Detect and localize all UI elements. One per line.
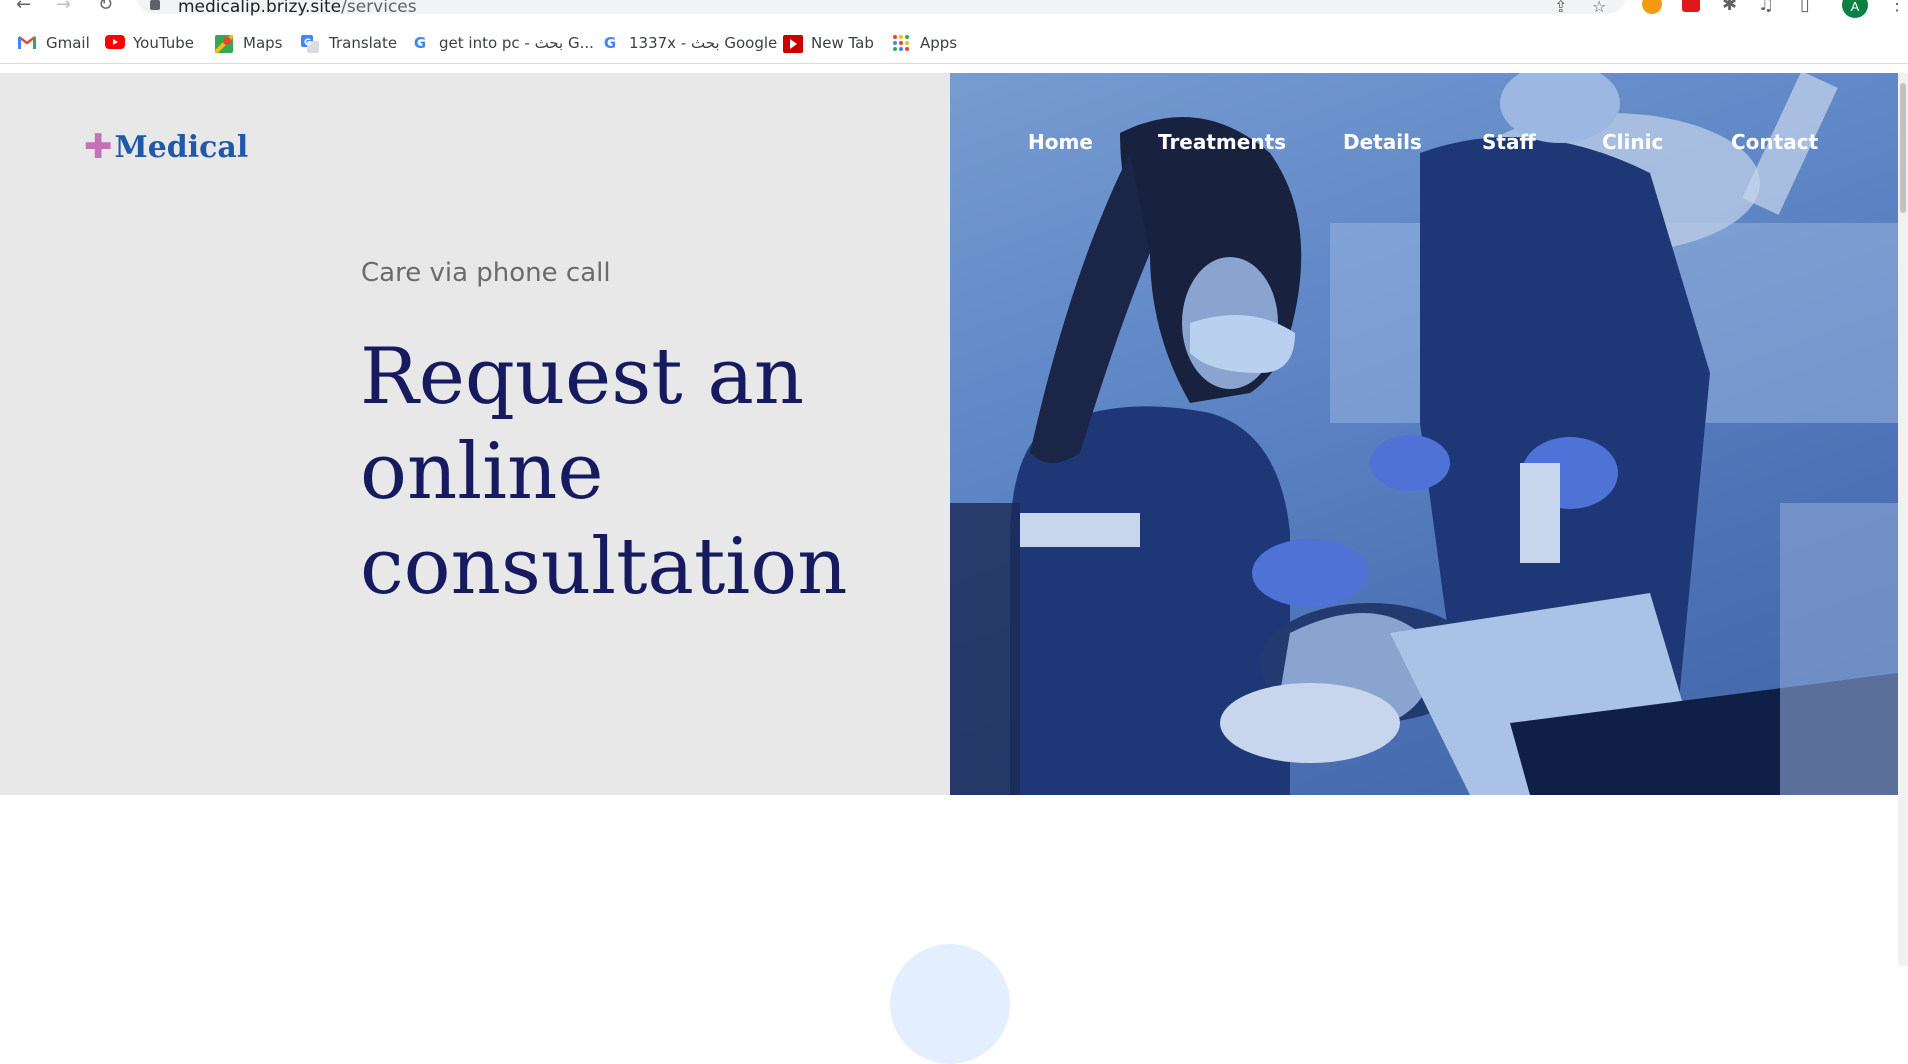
hero-photo <box>950 73 1898 795</box>
translate-icon: G <box>301 35 319 53</box>
hero-eyebrow: Care via phone call <box>361 258 611 288</box>
google-icon: G <box>603 34 617 52</box>
chrome-divider <box>0 63 1908 64</box>
bookmark-newtab[interactable]: New Tab <box>783 32 874 54</box>
media-icon[interactable]: ♫ <box>1758 0 1774 15</box>
google-icon: G <box>413 34 427 52</box>
apps-grid-icon <box>892 35 910 51</box>
youtube-extension-icon[interactable] <box>1682 0 1700 12</box>
hero-headline: Request an online consultation <box>360 330 920 615</box>
extension-icon[interactable] <box>1642 0 1662 14</box>
nav-home[interactable]: Home <box>1028 130 1093 154</box>
address-bar[interactable]: medicalip.brizy.site/services ⇪ ☆ <box>136 0 1626 17</box>
bookmark-youtube[interactable]: YouTube <box>105 32 194 54</box>
nav-treatments[interactable]: Treatments <box>1158 130 1286 154</box>
bookmark-1337x[interactable]: G 1337x - بحث Google <box>601 32 777 54</box>
medical-cross-icon: ✚ <box>84 127 113 167</box>
sidepanel-icon[interactable]: ▯ <box>1800 0 1810 15</box>
newtab-icon <box>783 35 803 53</box>
bookmark-maps[interactable]: Maps <box>213 32 282 55</box>
nav-contact[interactable]: Contact <box>1731 130 1818 154</box>
browser-toolbar: ← → ↻ medicalip.brizy.site/services ⇪ ☆ … <box>0 0 1908 18</box>
bookmark-apps[interactable]: Apps <box>892 32 957 54</box>
bookmark-translate[interactable]: G Translate <box>301 32 397 54</box>
bookmark-getintopc[interactable]: G get into pc - بحث G... <box>411 32 594 54</box>
reload-icon[interactable]: ↻ <box>98 0 113 15</box>
site-logo[interactable]: ✚ Medical <box>84 127 248 167</box>
nav-staff[interactable]: Staff <box>1482 130 1536 154</box>
back-arrow-icon[interactable]: ← <box>16 0 31 15</box>
svg-text:G: G <box>304 38 311 48</box>
dental-scene-illustration <box>950 73 1898 795</box>
headline-line-3: consultation <box>360 522 848 612</box>
section-decoration-circle <box>890 944 1010 1064</box>
bookmark-gmail[interactable]: Gmail <box>18 32 90 54</box>
nav-details[interactable]: Details <box>1343 130 1422 154</box>
scrollbar-thumb[interactable] <box>1900 83 1906 213</box>
profile-avatar[interactable]: A <box>1842 0 1868 18</box>
share-icon[interactable]: ⇪ <box>1554 0 1567 16</box>
headline-line-1: Request an <box>360 332 805 422</box>
bookmarks-bar: Gmail YouTube Maps G Translate G get int… <box>0 26 1908 58</box>
forward-arrow-icon[interactable]: → <box>56 0 71 15</box>
gmail-icon <box>18 35 36 51</box>
lock-icon <box>150 0 160 10</box>
puzzle-icon[interactable]: ✱ <box>1722 0 1737 15</box>
youtube-icon <box>105 35 125 51</box>
star-icon[interactable]: ☆ <box>1592 0 1606 16</box>
menu-dots-icon[interactable]: ⋮ <box>1888 0 1906 15</box>
headline-line-2: online <box>360 427 604 517</box>
url-text[interactable]: medicalip.brizy.site/services <box>178 0 417 17</box>
maps-icon <box>213 33 235 55</box>
nav-clinic[interactable]: Clinic <box>1602 130 1663 154</box>
page-scrollbar[interactable] <box>1898 73 1908 966</box>
